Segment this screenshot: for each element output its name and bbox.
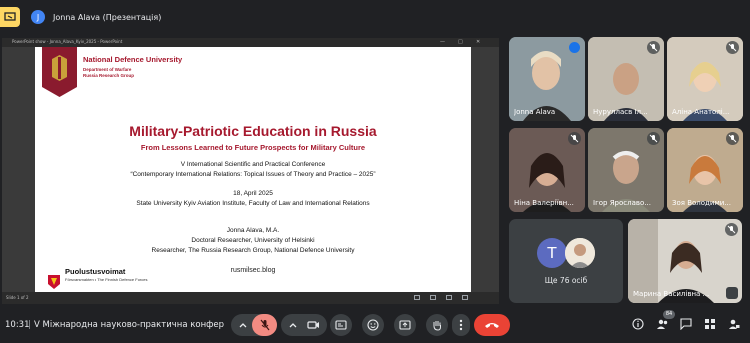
ndu-crest-logo [42,47,77,97]
maximize-icon: □ [458,39,463,45]
department-name: Department of Warfare Russia Research Gr… [83,67,134,79]
chevron-up-icon [289,323,297,328]
slide-title: Military-Patriotic Education in Russia [129,123,377,139]
clock: 10:31 [5,320,30,330]
more-participants-tile[interactable]: T Ще 76 осіб [509,219,623,303]
slide: National Defence University Department o… [35,47,471,292]
participant-tile[interactable]: Зоя Володими... [667,128,743,212]
conference-venue: State University Kyiv Aviation Institute… [136,200,370,207]
raise-hand-button[interactable] [426,314,448,336]
mic-off-icon [726,132,739,145]
conference-date: 18, April 2025 [233,190,273,197]
chevron-up-icon [239,323,247,328]
slide-counter: Slide 1 of 2 [6,295,29,300]
mic-off-icon [568,132,581,145]
mic-off-icon [647,41,660,54]
author-role-2: Researcher, The Russia Research Group, N… [151,247,355,254]
participant-avatar: T [537,238,567,268]
participant-tile[interactable]: Марина Василівна ... [628,219,742,303]
conference-line-1: V International Scientific and Practical… [180,161,326,168]
more-icon [459,319,463,331]
speaking-indicator-icon [569,42,580,53]
participant-avatar [565,238,595,268]
minimize-icon: — [440,39,445,45]
conference-line-2: “Contemporary International Relations: T… [130,171,376,178]
presenting-icon[interactable] [0,7,20,27]
participant-name: Марина Василівна ... [633,290,710,298]
presentation-window-title: PowerPoint show - Jonna_Alava_Kyiv_2025 … [12,39,123,44]
presenter-chip[interactable]: J Jonna Alava (Презентація) [27,6,727,28]
top-bar: J Jonna Alava (Презентація) [0,0,750,34]
normal-view-icon [414,295,420,300]
more-participants-label: Ще 76 осіб [544,276,588,285]
activities-icon[interactable] [704,318,716,330]
university-name: National Defence University [83,55,183,64]
meeting-title: V Міжнародна науково-практична конференц… [34,320,224,330]
author-role-1: Doctoral Researcher, University of Helsi… [191,237,315,244]
separator: | [28,320,31,330]
presentation-statusbar: Slide 1 of 2 [2,292,499,304]
mic-off-icon [260,319,270,331]
lock-person-icon[interactable] [728,318,740,330]
reading-view-icon [446,295,452,300]
slideshow-icon [462,295,468,300]
slide-sorter-icon [430,295,436,300]
participant-tile[interactable]: Аліна Анатолі... [667,37,743,121]
mic-off-icon [725,223,738,236]
mic-off-icon [726,41,739,54]
emoji-icon [367,319,379,331]
call-end-icon [485,323,499,328]
participant-tile[interactable]: Jonna Alava [509,37,585,121]
finnish-defence-forces-logo [48,275,60,289]
more-options-button[interactable] [452,314,470,336]
camera-toggle-button[interactable] [302,314,327,336]
close-icon: ✕ [476,39,481,45]
chat-icon[interactable] [680,318,692,330]
participant-name: Ігор Ярославо... [593,199,651,207]
mic-options-button[interactable] [231,314,253,336]
presentation-titlebar: PowerPoint show - Jonna_Alava_Kyiv_2025 … [2,38,499,47]
info-icon[interactable] [632,318,644,330]
participant-name: Нурулласв Іл... [593,108,648,116]
pin-icon[interactable] [726,287,738,299]
hand-icon [433,321,441,331]
mic-off-icon [647,132,660,145]
author-name: Jonna Alava, M.A. [226,227,280,234]
captions-button[interactable] [330,314,352,336]
slide-subtitle: From Lessons Learned to Future Prospects… [140,143,366,152]
mic-toggle-button[interactable] [252,314,277,336]
participant-name: Jonna Alava [514,108,556,116]
people-icon[interactable] [656,318,669,330]
camera-icon [307,321,319,329]
captions-icon [335,320,347,330]
presenter-label: Jonna Alava (Презентація) [53,12,162,22]
footer-org: Puolustusvoimat [65,267,126,276]
presenter-avatar: J [31,10,45,24]
camera-options-button[interactable] [281,314,303,336]
bottom-toolbar: 10:31 | V Міжнародна науково-практична к… [0,309,750,343]
present-icon [399,320,411,330]
participant-tile[interactable]: Ігор Ярославо... [588,128,664,212]
footer-org-sub: Försvarsmakten • The Finnish Defence For… [65,277,148,282]
participant-name: Зоя Володими... [672,199,731,207]
participant-tile[interactable]: Ніна Валеріївн... [509,128,585,212]
participant-name: Аліна Анатолі... [672,108,730,116]
leave-call-button[interactable] [474,314,510,336]
reactions-button[interactable] [362,314,384,336]
participant-tile[interactable]: Нурулласв Іл... [588,37,664,121]
present-button[interactable] [394,314,416,336]
participant-name: Ніна Валеріївн... [514,199,574,207]
department-line-2: Russia Research Group [83,73,135,78]
